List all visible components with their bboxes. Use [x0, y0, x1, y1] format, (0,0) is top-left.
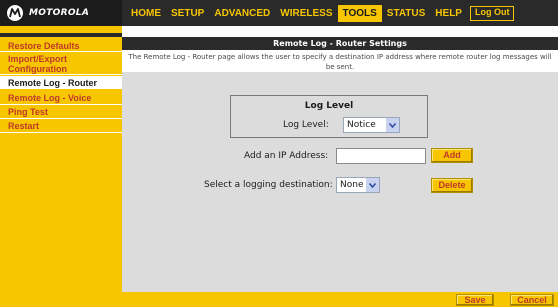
nav-advanced[interactable]: ADVANCED: [209, 5, 275, 22]
sidebar-item-remote-log-router[interactable]: Remote Log - Router: [0, 76, 122, 90]
brand-name: MOTOROLA: [29, 8, 90, 18]
sidebar-item-restart[interactable]: Restart: [0, 120, 122, 133]
nav-setup[interactable]: SETUP: [166, 5, 209, 22]
sidebar-item-import-export[interactable]: Import/Export Configuration: [0, 53, 122, 75]
main-content: Remote Log - Router Settings The Remote …: [122, 26, 558, 307]
nav-help[interactable]: HELP: [430, 5, 467, 22]
nav-status[interactable]: STATUS: [382, 5, 431, 22]
ip-address-label: Add an IP Address:: [244, 151, 329, 161]
sidebar-divider: [0, 33, 122, 37]
page-title: Remote Log - Router Settings: [122, 37, 558, 50]
chevron-down-icon[interactable]: [386, 118, 399, 132]
page-description: The Remote Log - Router page allows the …: [122, 50, 558, 72]
cancel-button[interactable]: Cancel: [510, 294, 554, 306]
sidebar-item-restore-defaults[interactable]: Restore Defaults: [0, 40, 122, 52]
log-level-group: Log Level Log Level: Notice: [230, 95, 428, 138]
sidebar-item-label: Import/Export Configuration: [8, 53, 68, 74]
sidebar-item-label: Remote Log - Voice: [8, 93, 92, 103]
nav-tools[interactable]: TOOLS: [337, 4, 382, 22]
sidebar-item-label: Restart: [8, 121, 40, 131]
log-level-select[interactable]: Notice: [343, 117, 400, 133]
sidebar-item-label: Ping Test: [8, 107, 48, 117]
log-level-group-title: Log Level: [304, 101, 354, 111]
motorola-logo-icon: [7, 5, 23, 21]
nav-wireless[interactable]: WIRELESS: [275, 5, 337, 22]
nav-home[interactable]: HOME: [126, 5, 166, 22]
log-level-value: Notice: [347, 120, 376, 130]
logging-destination-value: None: [340, 180, 364, 190]
add-button[interactable]: Add: [431, 148, 473, 163]
logging-destination-label: Select a logging destination:: [204, 180, 333, 190]
sidebar: Restore Defaults Import/Export Configura…: [0, 26, 122, 307]
sidebar-item-label: Remote Log - Router: [8, 77, 97, 88]
log-level-label: Log Level:: [283, 120, 329, 130]
sidebar-item-label: Restore Defaults: [8, 40, 80, 51]
delete-button[interactable]: Delete: [431, 178, 473, 193]
top-navigation: HOME SETUP ADVANCED WIRELESS TOOLS STATU…: [122, 0, 558, 26]
save-button[interactable]: Save: [456, 294, 494, 306]
logout-button[interactable]: Log Out: [469, 5, 515, 21]
sidebar-item-remote-log-voice[interactable]: Remote Log - Voice: [0, 92, 122, 105]
chevron-down-icon[interactable]: [366, 178, 379, 192]
content-spacer: [122, 26, 558, 37]
ip-address-input[interactable]: [336, 148, 426, 164]
sidebar-item-ping-test[interactable]: Ping Test: [0, 106, 122, 119]
brand-logo: MOTOROLA: [0, 0, 122, 26]
logging-destination-select[interactable]: None: [336, 177, 380, 193]
